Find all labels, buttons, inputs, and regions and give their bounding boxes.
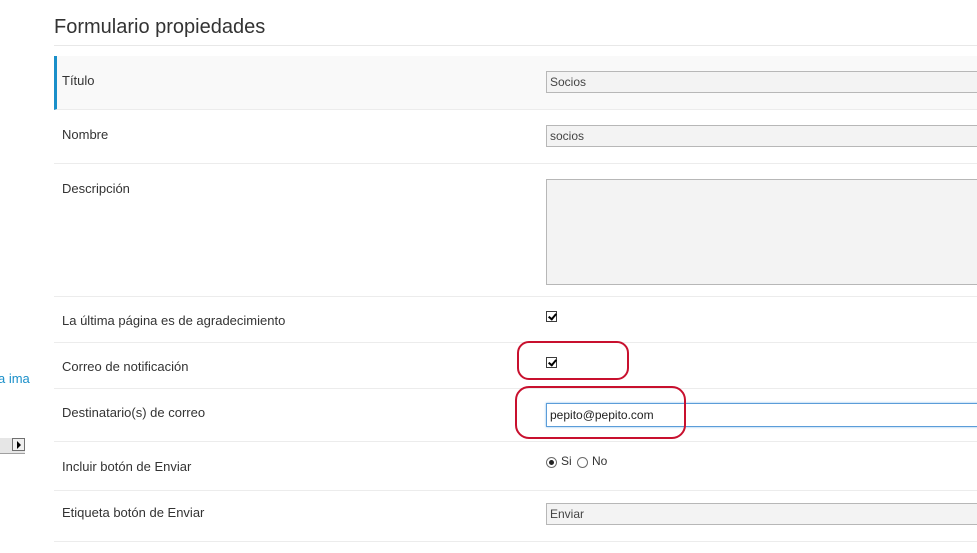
page-title: Formulario propiedades	[54, 16, 266, 38]
annotation-circle-checkbox	[517, 341, 629, 380]
correo-notificacion-label: Correo de notificación	[62, 359, 189, 374]
nombre-label: Nombre	[62, 127, 109, 142]
titulo-input[interactable]	[546, 71, 977, 93]
left-panel-partial-link[interactable]: a ima	[0, 371, 30, 386]
agradecimiento-checkbox[interactable]	[546, 311, 557, 322]
agradecimiento-label: La última página es de agradecimiento	[62, 313, 286, 328]
left-scroll-button[interactable]	[0, 437, 25, 454]
radio-no-label: No	[592, 454, 608, 468]
row-agradecimiento: La última página es de agradecimiento	[54, 297, 977, 343]
incluir-boton-radio-no[interactable]	[577, 457, 588, 468]
descripcion-label: Descripción	[62, 181, 130, 196]
row-incluir-boton: Incluir botón de Enviar	[54, 442, 977, 491]
etiqueta-boton-input[interactable]	[546, 503, 977, 525]
incluir-boton-label: Incluir botón de Enviar	[62, 459, 192, 474]
arrow-right-icon[interactable]	[12, 438, 25, 451]
descripcion-textarea[interactable]	[546, 179, 977, 285]
destinatarios-label: Destinatario(s) de correo	[62, 405, 206, 420]
radio-si-label: Si	[561, 454, 572, 468]
title-divider	[54, 45, 977, 46]
annotation-circle-email	[515, 386, 686, 439]
nombre-input[interactable]	[546, 125, 977, 147]
etiqueta-boton-label: Etiqueta botón de Enviar	[62, 505, 205, 520]
incluir-boton-radio-si[interactable]	[546, 457, 557, 468]
titulo-label: Título	[62, 73, 95, 88]
row-correo-notificacion: Correo de notificación	[54, 343, 977, 389]
